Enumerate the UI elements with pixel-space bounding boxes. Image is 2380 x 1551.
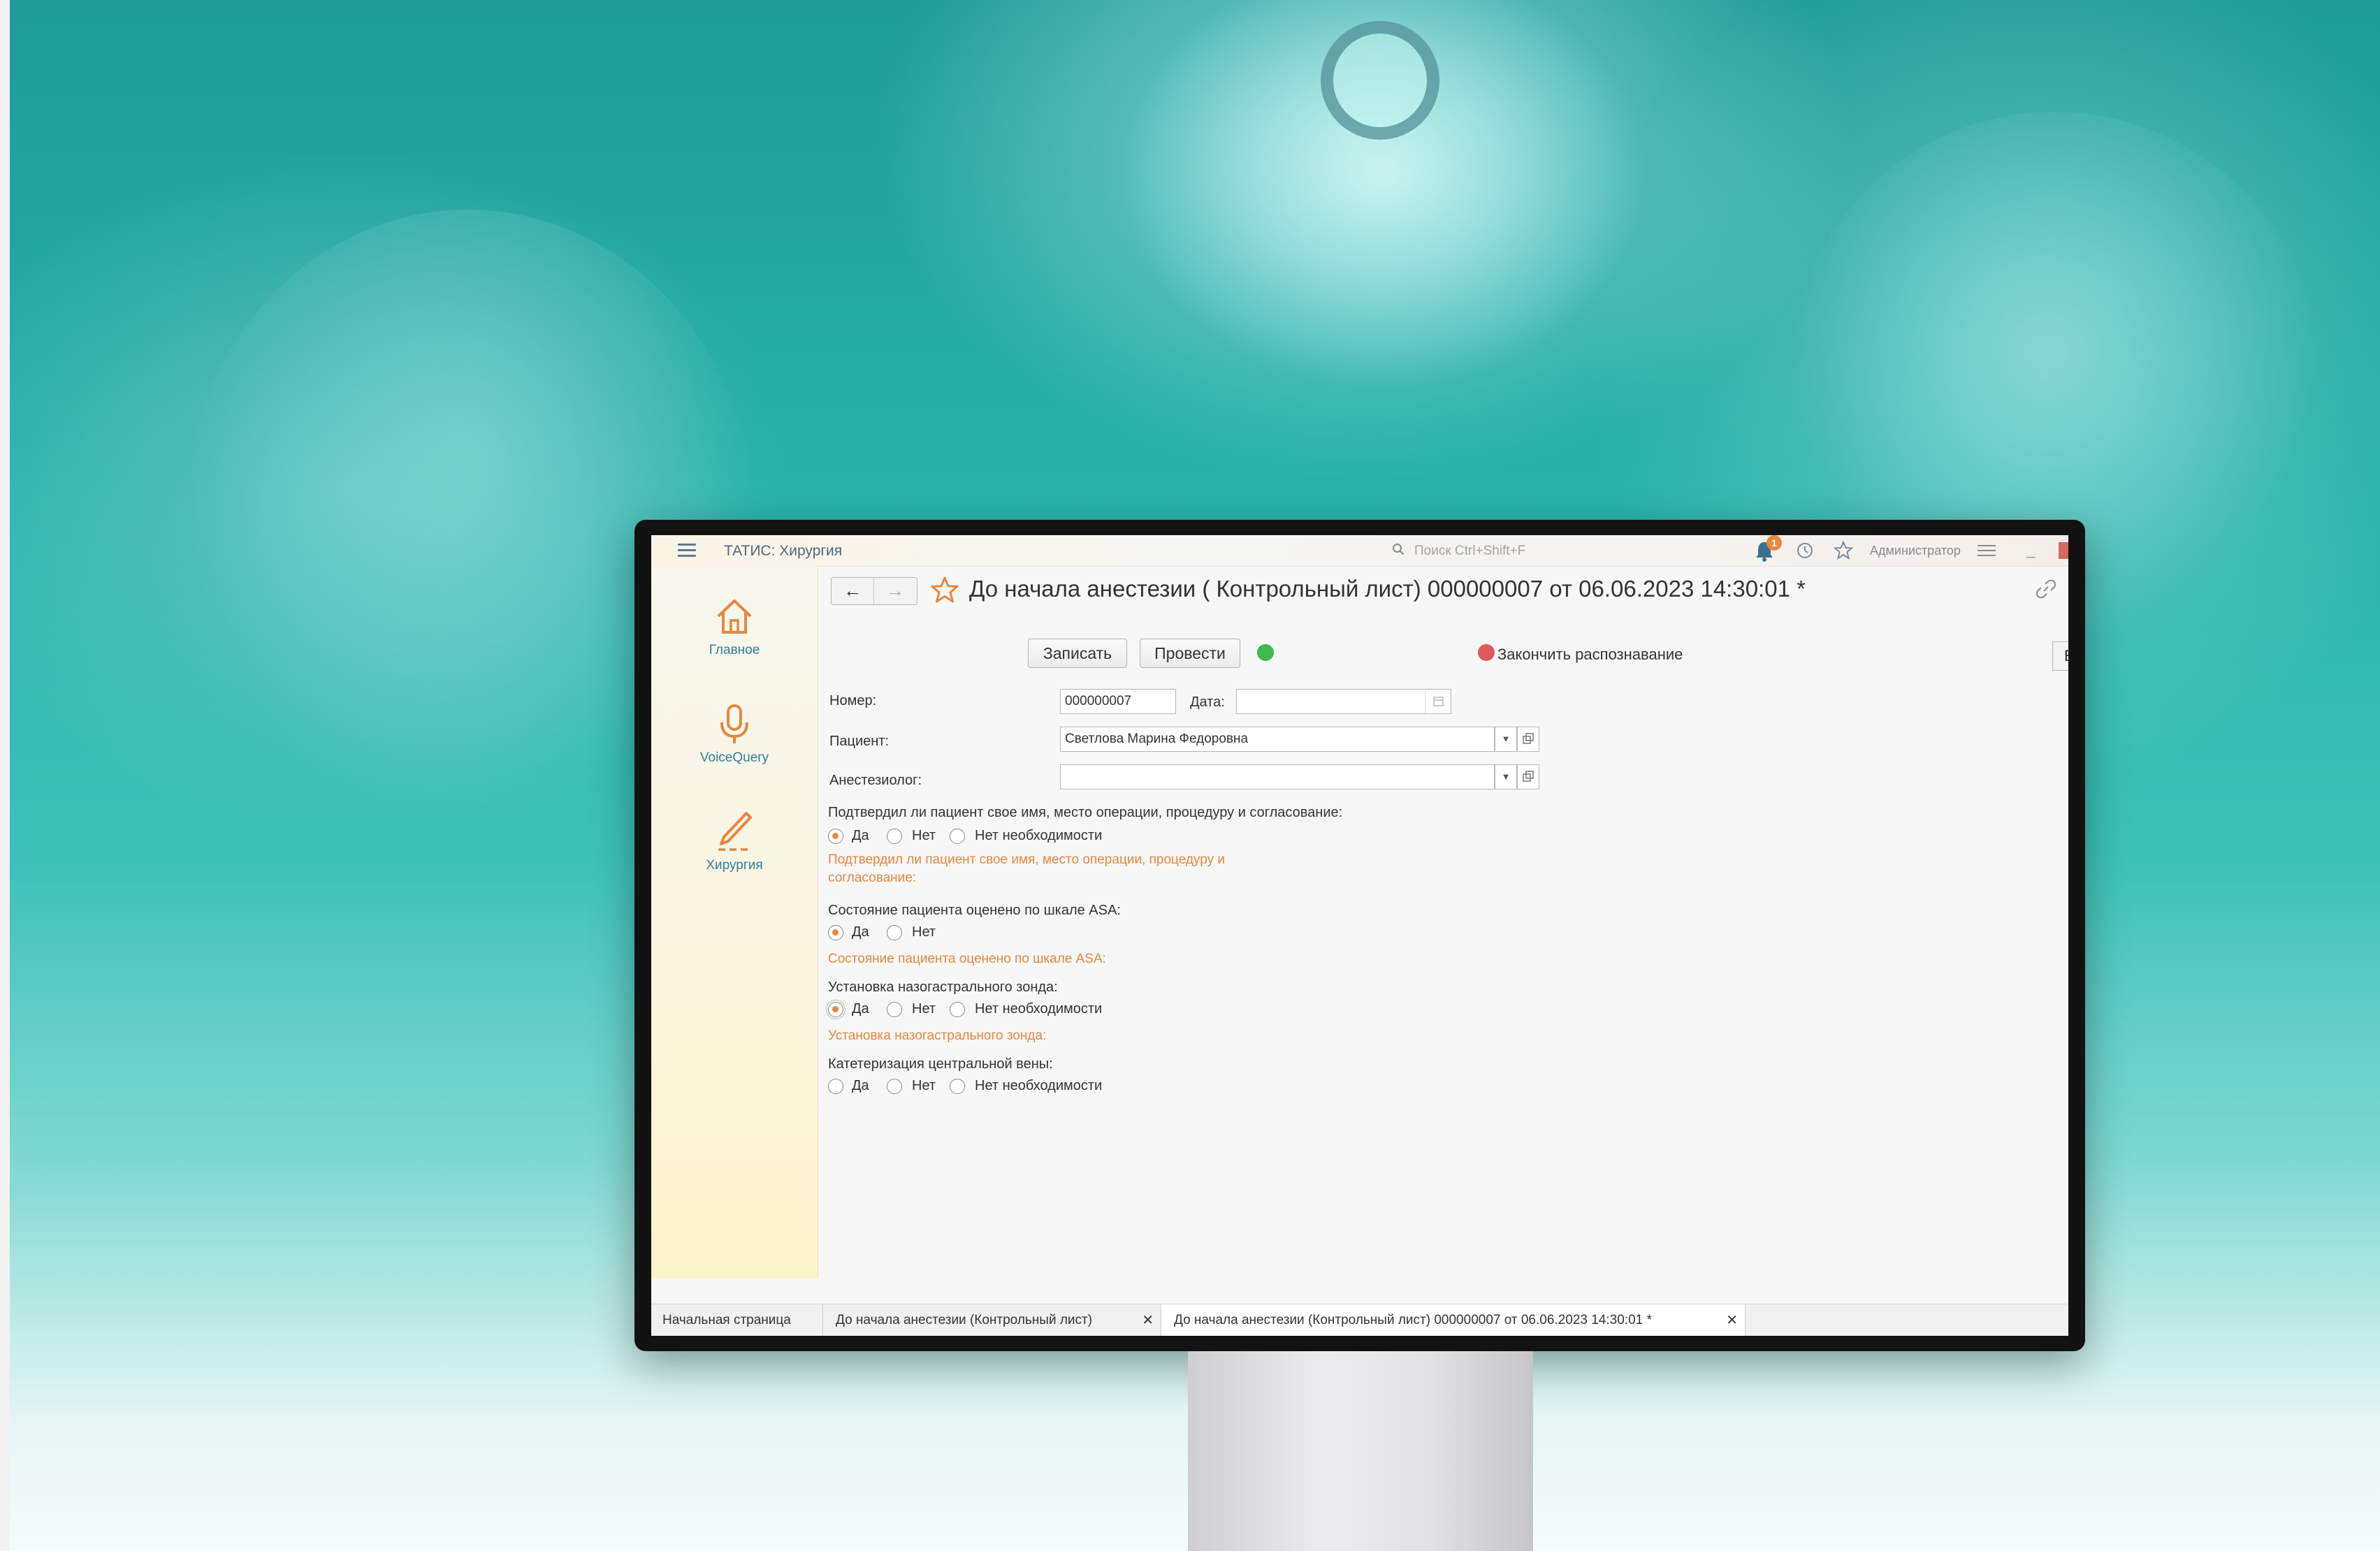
top-bar: ТАТИС: Хирургия Поиск Ctrl+Shift+F 1 Адм… [651, 535, 2068, 567]
navigation-buttons: ← → [831, 577, 917, 605]
tab-checklist-document[interactable]: До начала анестезии (Контрольный лист) 0… [1161, 1304, 1746, 1336]
minimize-icon[interactable]: _ [2026, 541, 2035, 559]
end-recognition-button[interactable]: Закончить распознавание [1497, 646, 1683, 664]
question-label: Состояние пациента оценено по шкале ASA: [828, 903, 1121, 918]
link-icon[interactable] [2036, 578, 2056, 599]
search-icon [1393, 544, 1405, 555]
post-button[interactable]: Провести [1140, 639, 1240, 668]
radio-group: Да Нет Нет необходимости [828, 827, 1247, 847]
tab-label: До начала анестезии (Контрольный лист) 0… [1174, 1313, 1652, 1327]
image-border [0, 0, 10, 1551]
tab-home[interactable]: Начальная страница [651, 1304, 823, 1336]
app-window: ТАТИС: Хирургия Поиск Ctrl+Shift+F 1 Адм… [651, 535, 2068, 1336]
monitor-stand [1188, 1351, 1533, 1551]
back-arrow-icon[interactable]: ← [832, 578, 874, 604]
sidebar-item-label: Хирургия [706, 858, 763, 873]
sidebar-item-surgery[interactable]: Хирургия [651, 809, 818, 873]
sidebar-item-label: VoiceQuery [699, 750, 769, 765]
anesthesiologist-label: Анестезиолог: [829, 773, 922, 788]
calendar-icon[interactable] [1425, 690, 1451, 713]
radio-no[interactable] [887, 1079, 902, 1094]
radio-not-needed[interactable] [950, 1079, 965, 1094]
status-green-indicator [1257, 644, 1274, 661]
radio-not-needed[interactable] [950, 1002, 965, 1017]
favorite-star-icon[interactable] [930, 576, 959, 605]
validation-hint: Подтвердил ли пациент свое имя, место оп… [828, 852, 1225, 885]
radio-label: Нет необходимости [975, 1001, 1103, 1017]
radio-no[interactable] [887, 1002, 902, 1017]
date-field[interactable] [1236, 689, 1451, 714]
radio-group: Да Нет Нет необходимости [828, 1077, 1247, 1097]
date-label: Дата: [1190, 694, 1225, 710]
sidebar-item-label: Главное [709, 643, 760, 657]
question-label: Катетеризация центральной вены: [828, 1056, 1053, 1072]
number-label: Номер: [829, 693, 877, 708]
anesthesiologist-select[interactable] [1060, 764, 1495, 789]
favorites-star-icon[interactable] [1834, 541, 1853, 560]
radio-label: Нет необходимости [975, 1078, 1103, 1093]
tab-bar: Начальная страница До начала анестезии (… [651, 1304, 2068, 1336]
document-form: ← → До начала анестезии ( Контрольный ли… [818, 566, 2068, 1279]
history-icon[interactable] [1796, 541, 1814, 560]
patient-label: Пациент: [829, 734, 890, 749]
close-icon[interactable]: ✕ [1726, 1304, 1738, 1336]
radio-label: Да [852, 924, 869, 940]
validation-hint: Установка назогастрального зонда: [828, 1028, 1047, 1043]
recording-red-indicator [1478, 644, 1495, 661]
sidebar-item-voicequery[interactable]: VoiceQuery [651, 701, 818, 766]
notification-badge: 1 [1766, 535, 1782, 551]
radio-not-needed[interactable] [950, 829, 965, 844]
sidebar: Главное VoiceQuery Хирургия [651, 566, 818, 1279]
radio-label: Да [852, 1001, 869, 1017]
app-title: ТАТИС: Хирургия [724, 543, 843, 559]
tab-checklist-list[interactable]: До начала анестезии (Контрольный лист) ✕ [823, 1304, 1161, 1336]
home-icon [717, 599, 752, 634]
validation-hint: Состояние пациента оценено по шкале ASA: [828, 952, 1106, 966]
page-title: До начала анестезии ( Контрольный лист) … [969, 576, 1806, 602]
question-label: Установка назогастрального зонда: [828, 980, 1058, 995]
scalpel-icon [718, 812, 752, 851]
radio-yes[interactable] [828, 925, 843, 940]
background-photo-mask-ring [1321, 21, 1439, 140]
patient-open-icon[interactable] [1517, 727, 1539, 752]
question-label: Подтвердил ли пациент свое имя, место оп… [828, 805, 1343, 820]
radio-group: Да Нет Нет необходимости [826, 1000, 1247, 1020]
forward-arrow-icon[interactable]: → [874, 578, 916, 604]
hamburger-menu-icon[interactable] [678, 544, 696, 558]
radio-group: Да Нет [828, 924, 1108, 943]
monitor-frame: ТАТИС: Хирургия Поиск Ctrl+Shift+F 1 Адм… [634, 520, 2085, 1351]
settings-menu-icon[interactable] [1978, 545, 1996, 559]
tab-label: Начальная страница [662, 1313, 791, 1327]
edge-button[interactable]: Е [2052, 641, 2068, 671]
radio-label: Нет [912, 828, 936, 843]
radio-label: Нет [912, 1001, 936, 1017]
radio-label: Нет [912, 924, 936, 940]
radio-no[interactable] [887, 829, 902, 844]
radio-no[interactable] [887, 925, 902, 940]
number-field[interactable]: 000000007 [1060, 689, 1176, 714]
search-input[interactable]: Поиск Ctrl+Shift+F [1392, 541, 1657, 560]
radio-yes[interactable] [826, 1000, 846, 1019]
patient-dropdown-icon[interactable]: ▼ [1495, 727, 1517, 752]
tab-label: До начала анестезии (Контрольный лист) [836, 1313, 1093, 1327]
radio-label: Да [852, 828, 869, 843]
user-name[interactable]: Администратор [1870, 544, 1961, 558]
close-icon[interactable]: ✕ [1142, 1304, 1154, 1336]
search-placeholder: Поиск Ctrl+Shift+F [1414, 544, 1526, 558]
radio-yes[interactable] [828, 829, 843, 844]
radio-label: Нет необходимости [975, 828, 1103, 843]
anesthesiologist-dropdown-icon[interactable]: ▼ [1495, 764, 1517, 789]
save-button[interactable]: Записать [1028, 639, 1127, 668]
anesthesiologist-open-icon[interactable] [1517, 764, 1539, 789]
window-control-edge [2059, 542, 2068, 559]
patient-select[interactable]: Светлова Марина Федоровна [1060, 727, 1495, 752]
radio-label: Нет [912, 1078, 936, 1093]
microphone-icon [720, 704, 748, 743]
sidebar-item-main[interactable]: Главное [651, 594, 818, 658]
radio-yes[interactable] [828, 1079, 843, 1094]
radio-label: Да [852, 1078, 869, 1093]
